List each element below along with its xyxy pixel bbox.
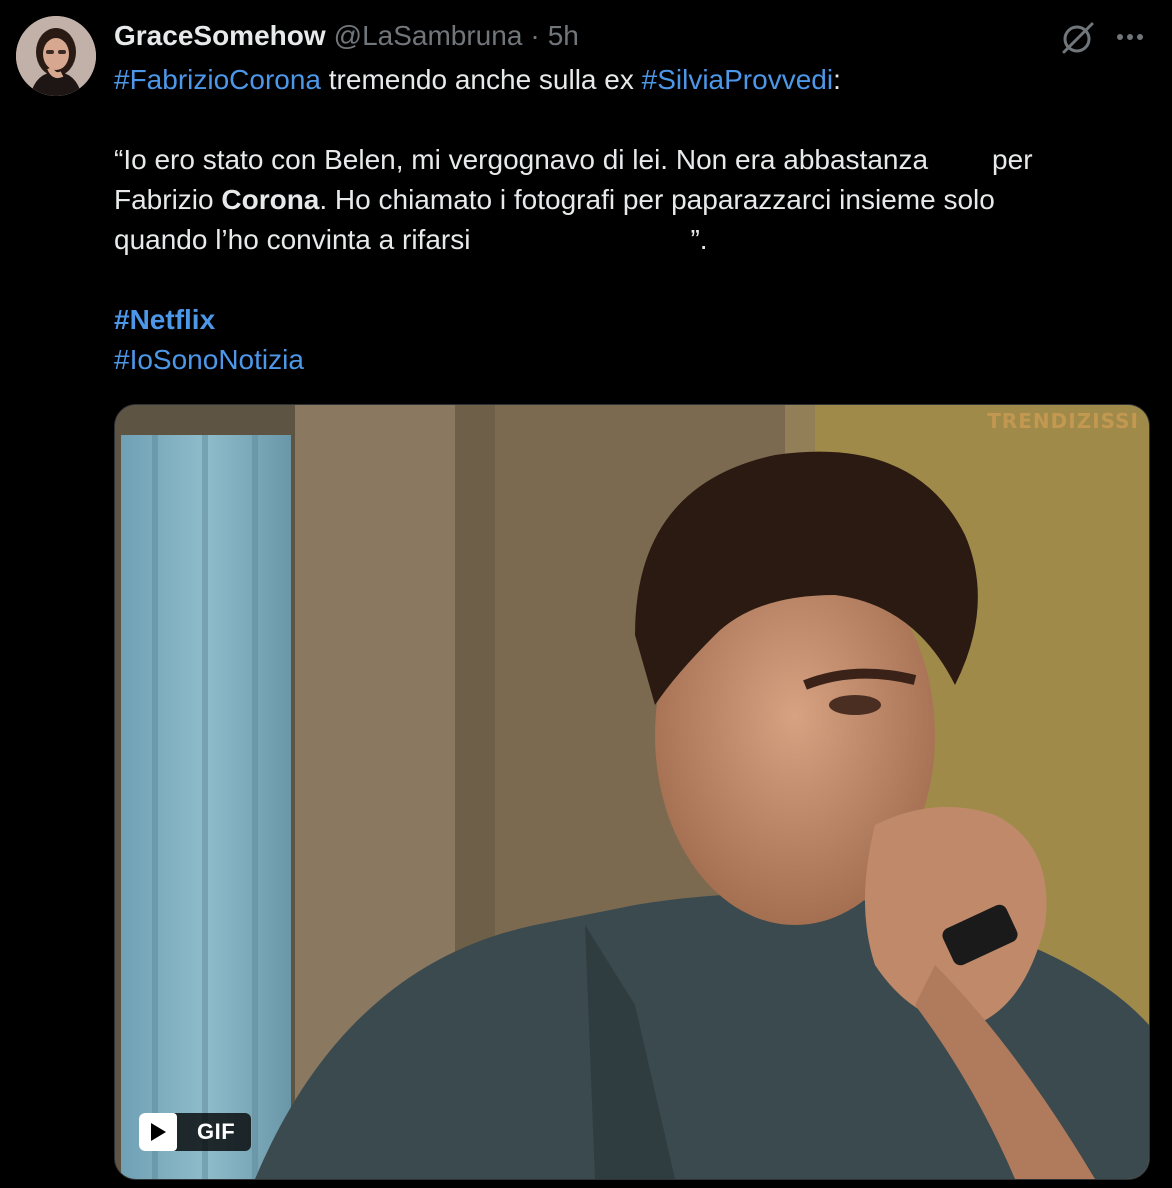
text-span: . Ho chiamato i fotografi per paparazzar…: [319, 184, 995, 215]
user-handle[interactable]: @LaSambruna: [334, 20, 523, 52]
avatar[interactable]: [16, 16, 96, 96]
text-span: Fabrizio: [114, 184, 222, 215]
tweet[interactable]: GraceSomehow @LaSambruna · 5h #FabrizioC…: [0, 0, 1172, 1188]
tweet-header: GraceSomehow @LaSambruna · 5h: [114, 20, 579, 54]
gif-media[interactable]: TRENDIZISSI GIF: [114, 404, 1150, 1180]
watermark: TRENDIZISSI: [987, 409, 1139, 433]
text-line: #Netflix: [114, 300, 1144, 340]
text-span: “Io ero stato con Belen, mi vergognavo d…: [114, 144, 929, 175]
hashtag-fabriziocorona[interactable]: #FabrizioCorona: [114, 64, 321, 95]
gif-frame: [115, 405, 1149, 1179]
text-span: ”.: [690, 224, 708, 255]
text-line: #FabrizioCorona tremendo anche sulla ex …: [114, 60, 1144, 100]
hashtag-iosononotizia[interactable]: #IoSonoNotizia: [114, 344, 304, 375]
display-name[interactable]: GraceSomehow: [114, 20, 326, 52]
bold-text: Corona: [221, 184, 320, 215]
text-span: tremendo anche sulla ex: [321, 64, 642, 95]
text-line: “Io ero stato con Belen, mi vergognavo d…: [114, 140, 1144, 180]
grok-icon[interactable]: [1058, 18, 1098, 58]
timestamp[interactable]: 5h: [548, 20, 579, 52]
tweet-text: #FabrizioCorona tremendo anche sulla ex …: [114, 60, 1144, 380]
text-line: quando l’ho convinta a rifarsi ”.: [114, 220, 1144, 260]
more-options-icon[interactable]: [1112, 22, 1148, 52]
hashtag-silviaprovvedi[interactable]: #SilviaProvvedi: [642, 64, 833, 95]
text-span: :: [833, 64, 841, 95]
text-line: Fabrizio Corona. Ho chiamato i fotografi…: [114, 180, 1144, 220]
text-line: #IoSonoNotizia: [114, 340, 1144, 380]
play-icon[interactable]: [139, 1113, 177, 1151]
separator-dot: ·: [530, 20, 540, 51]
gif-badge[interactable]: GIF: [139, 1113, 252, 1151]
text-span: per: [992, 144, 1033, 175]
text-span: quando l’ho convinta a rifarsi: [114, 224, 471, 255]
hashtag-netflix[interactable]: #Netflix: [114, 304, 215, 335]
gif-label: GIF: [197, 1119, 236, 1144]
